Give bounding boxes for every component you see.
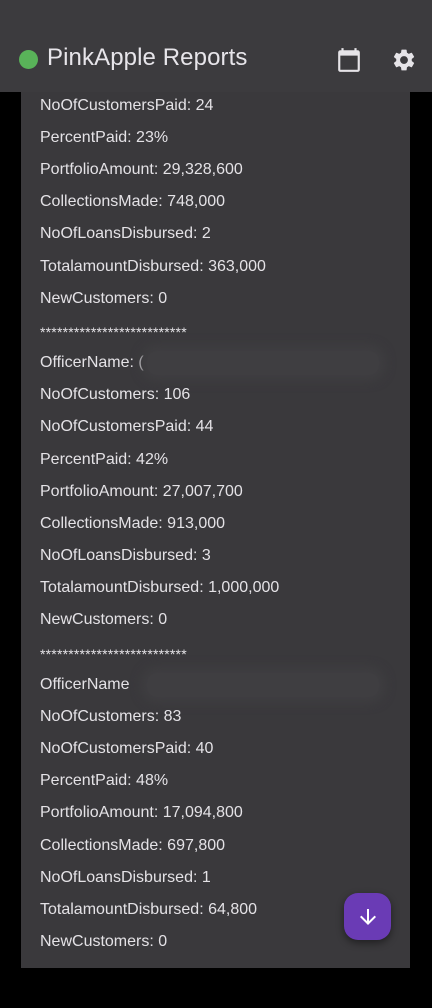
report-line: NoOfLoansDisbursed: 3 — [40, 547, 211, 564]
report-line: PercentPaid: 48% — [40, 772, 169, 789]
report-line: TotalamountDisbursed: 363,000 — [40, 258, 266, 275]
report-line: NewCustomers: 0 — [40, 933, 168, 950]
status-indicator — [19, 50, 38, 69]
report-line: PortfolioAmount: 17,094,800 — [40, 804, 243, 821]
redacted-officer-name — [147, 673, 379, 697]
report-line: NewCustomers: 0 — [40, 290, 168, 307]
report-line: CollectionsMade: 748,000 — [40, 193, 226, 210]
report-line: NewCustomers: 0 — [40, 611, 168, 628]
separator: ************************** — [40, 324, 187, 340]
report-line: NoOfCustomers: 83 — [40, 708, 182, 725]
report-line: PortfolioAmount: 27,007,700 — [40, 483, 243, 500]
redacted-officer-name — [147, 351, 379, 375]
report-line: PortfolioAmount: 29,328,600 — [40, 161, 243, 178]
arrow-down-icon — [359, 908, 376, 925]
report-line: PercentPaid: 23% — [40, 129, 169, 146]
report-line: TotalamountDisbursed: 1,000,000 — [40, 579, 280, 596]
report-line: NoOfCustomersPaid: 40 — [40, 740, 214, 757]
app-title: PinkApple Reports — [47, 44, 248, 71]
report-line: TotalamountDisbursed: 64,800 — [40, 901, 258, 918]
scroll-down-button[interactable] — [344, 893, 391, 940]
report-line: NoOfLoansDisbursed: 2 — [40, 225, 211, 242]
gear-icon — [393, 49, 415, 71]
officer-name-line: OfficerName: ( — [40, 354, 144, 371]
report-line: CollectionsMade: 697,800 — [40, 837, 226, 854]
report-line: CollectionsMade: 913,000 — [40, 515, 226, 532]
calendar-button[interactable] — [333, 44, 365, 76]
report-line: NoOfCustomersPaid: 44 — [40, 418, 214, 435]
report-line: PercentPaid: 42% — [40, 451, 169, 468]
separator: ************************** — [40, 646, 187, 662]
report-line: NoOfLoansDisbursed: 1 — [40, 869, 211, 886]
calendar-icon — [338, 48, 360, 72]
settings-button[interactable] — [388, 44, 420, 76]
app-bar: PinkApple Reports — [0, 0, 432, 92]
report-card[interactable]: NoOfCustomersPaid: 24 PercentPaid: 23% P… — [21, 92, 410, 968]
officer-name-line: OfficerName — [40, 676, 130, 693]
report-line: NoOfCustomers: 106 — [40, 386, 191, 403]
report-line: NoOfCustomersPaid: 24 — [40, 97, 214, 114]
